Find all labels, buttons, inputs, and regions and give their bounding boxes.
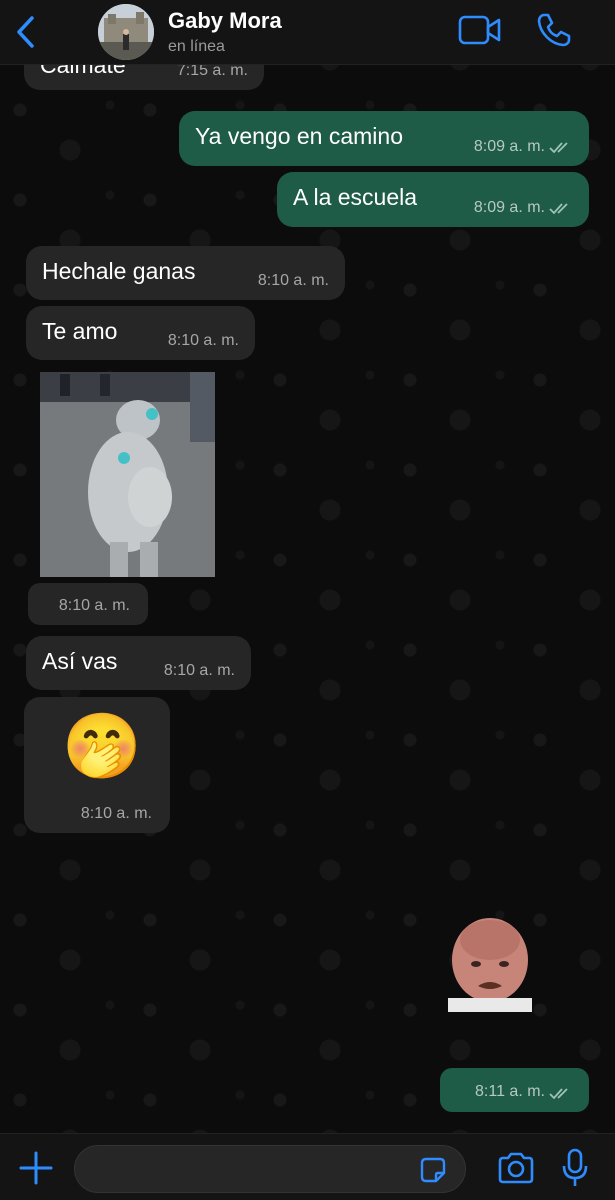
emoji-message: 🤭	[62, 710, 142, 782]
composer-bar	[0, 1133, 615, 1200]
avatar-photo	[98, 4, 154, 60]
message-text: A la escuela	[293, 184, 418, 210]
attach-button[interactable]	[18, 1150, 54, 1186]
sticker-button[interactable]	[418, 1155, 448, 1185]
chat-screen: Gaby Mora en línea Cálmate 7:15 a. m. Ya…	[0, 0, 615, 1200]
camera-button[interactable]	[496, 1151, 536, 1185]
message-bubble-incoming[interactable]: 8:10 a. m.	[28, 583, 148, 625]
message-bubble-incoming[interactable]: Hechale ganas 8:10 a. m.	[26, 246, 345, 300]
message-bubble-outgoing[interactable]: 8:11 a. m.	[440, 1068, 589, 1112]
phone-icon	[537, 13, 571, 47]
sticker-baby-face	[448, 918, 532, 1012]
video-preview-image	[40, 372, 215, 577]
message-bubble-outgoing[interactable]: A la escuela 8:09 a. m.	[277, 172, 589, 227]
message-bubble-outgoing[interactable]: Ya vengo en camino 8:09 a. m.	[179, 111, 589, 166]
sticker-icon	[420, 1157, 446, 1183]
microphone-icon	[562, 1148, 588, 1186]
message-bubble-incoming[interactable]: Te amo 8:10 a. m.	[26, 306, 255, 360]
contact-name[interactable]: Gaby Mora	[168, 8, 282, 34]
message-text: Te amo	[42, 318, 118, 344]
message-text: Así vas	[42, 648, 118, 674]
avatar[interactable]	[98, 4, 154, 60]
video-thumbnail[interactable]	[40, 372, 215, 577]
read-ticks-icon	[549, 1088, 568, 1100]
message-time: 8:10 a. m.	[163, 662, 235, 679]
voice-call-button[interactable]	[536, 12, 572, 48]
read-ticks-icon	[549, 142, 568, 154]
message-bubble-incoming[interactable]: 🤭 8:10 a. m.	[24, 697, 170, 833]
video-camera-icon	[458, 15, 501, 45]
message-text: Ya vengo en camino	[195, 123, 403, 149]
back-button[interactable]	[10, 14, 40, 50]
message-time: 8:11 a. m.	[475, 1083, 545, 1100]
video-call-button[interactable]	[458, 13, 502, 47]
camera-icon	[498, 1152, 534, 1184]
message-time: 8:10 a. m.	[257, 272, 329, 289]
message-time: 8:09 a. m.	[473, 199, 545, 216]
message-text: Hechale ganas	[42, 258, 196, 284]
chat-header: Gaby Mora en línea	[0, 0, 615, 65]
microphone-button[interactable]	[560, 1148, 590, 1188]
message-time: 8:10 a. m.	[167, 332, 239, 349]
sticker-message[interactable]	[448, 914, 532, 1012]
plus-icon	[19, 1151, 53, 1185]
message-time: 8:10 a. m.	[80, 805, 152, 822]
message-time: 8:10 a. m.	[58, 597, 130, 614]
chevron-left-icon	[17, 16, 34, 48]
contact-status: en línea	[168, 38, 225, 55]
message-bubble-incoming[interactable]: Así vas 8:10 a. m.	[26, 636, 251, 690]
read-ticks-icon	[549, 203, 568, 215]
message-time: 8:09 a. m.	[473, 138, 545, 155]
message-input[interactable]	[74, 1145, 466, 1193]
